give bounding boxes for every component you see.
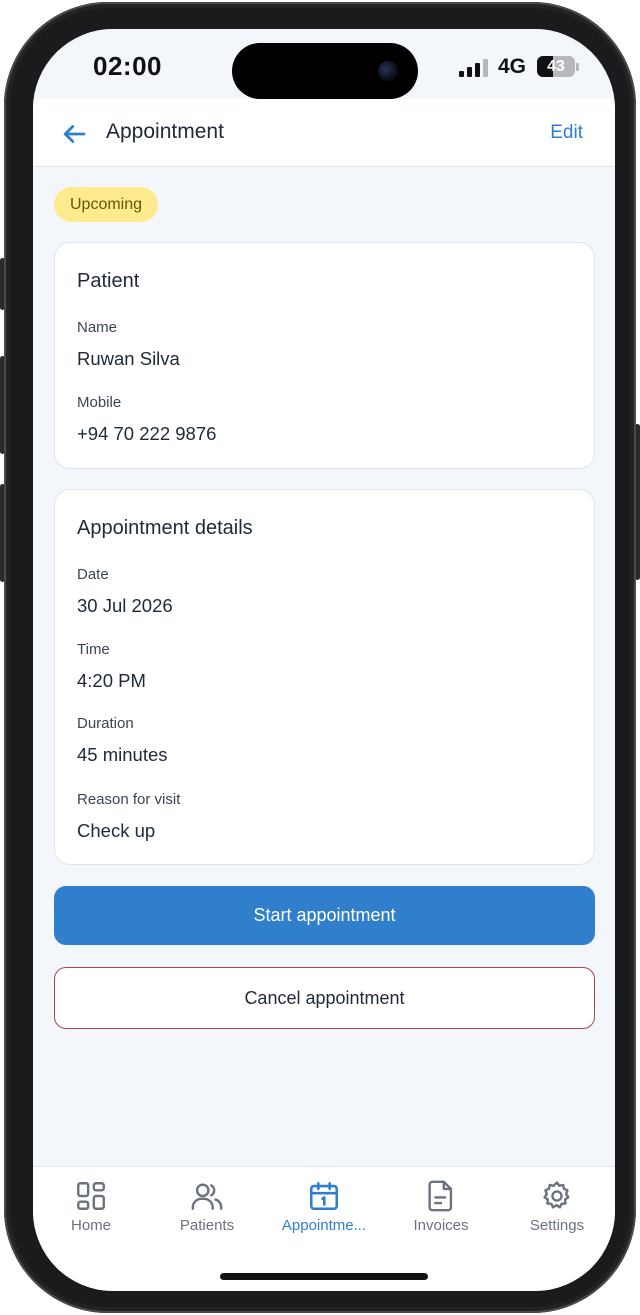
nav-label-settings: Settings [529,1217,585,1234]
patient-card: Patient Name Ruwan Silva Mobile +94 70 2… [54,242,595,469]
dynamic-island [232,43,418,99]
nav-item-patients[interactable]: Patients [149,1179,265,1243]
grid-icon [77,1182,105,1210]
screen: 02:00 4G 43 Appointment Edit Upcoming Pa… [33,29,615,1291]
home-indicator[interactable] [220,1273,428,1280]
status-time: 02:00 [93,51,162,81]
appointment-details-card: Appointment details Date 30 Jul 2026 Tim… [54,489,595,865]
bottom-nav: Home Patients Appointme... Invoices Sett… [33,1166,615,1291]
app-bar: Appointment Edit [33,99,615,167]
network-label: 4G [498,55,527,78]
start-appointment-button[interactable]: Start appointment [54,886,595,945]
status-bar: 02:00 4G 43 [33,29,615,99]
nav-item-settings[interactable]: Settings [499,1179,615,1243]
calendar-icon [309,1181,339,1211]
date-value: 30 Jul 2026 [77,595,173,616]
nav-item-invoices[interactable]: Invoices [383,1179,499,1243]
edit-button[interactable]: Edit [550,122,583,144]
name-value: Ruwan Silva [77,348,180,369]
date-label: Date [77,566,109,583]
battery-level: 43 [547,58,565,75]
nav-label-patients: Patients [179,1217,235,1234]
page-title: Appointment [106,120,224,143]
nav-label-home: Home [70,1217,111,1234]
document-icon [428,1180,453,1212]
duration-label: Duration [77,715,134,732]
patient-card-title: Patient [77,270,140,292]
duration-value: 45 minutes [77,744,168,765]
nav-item-appointments[interactable]: Appointme... [266,1179,382,1243]
camera-icon [378,61,398,81]
back-button[interactable] [59,119,89,149]
reason-label: Reason for visit [77,791,181,808]
details-card-title: Appointment details [77,517,253,539]
nav-label-appointments: Appointme... [281,1217,367,1234]
nav-item-home[interactable]: Home [33,1179,149,1243]
arrow-left-icon [63,125,86,143]
phone-frame: 02:00 4G 43 Appointment Edit Upcoming Pa… [4,2,636,1313]
mobile-value: +94 70 222 9876 [77,423,217,444]
status-badge: Upcoming [54,187,159,222]
users-icon [191,1183,223,1210]
cancel-appointment-button[interactable]: Cancel appointment [54,967,595,1029]
time-value: 4:20 PM [77,670,146,691]
name-label: Name [77,319,118,336]
battery-cap [576,63,579,71]
signal-icon [459,59,489,77]
gear-icon [543,1181,570,1209]
reason-value: Check up [77,820,156,841]
mobile-label: Mobile [77,394,122,411]
time-label: Time [77,641,110,658]
battery-icon: 43 [537,56,575,77]
nav-label-invoices: Invoices [413,1217,469,1234]
